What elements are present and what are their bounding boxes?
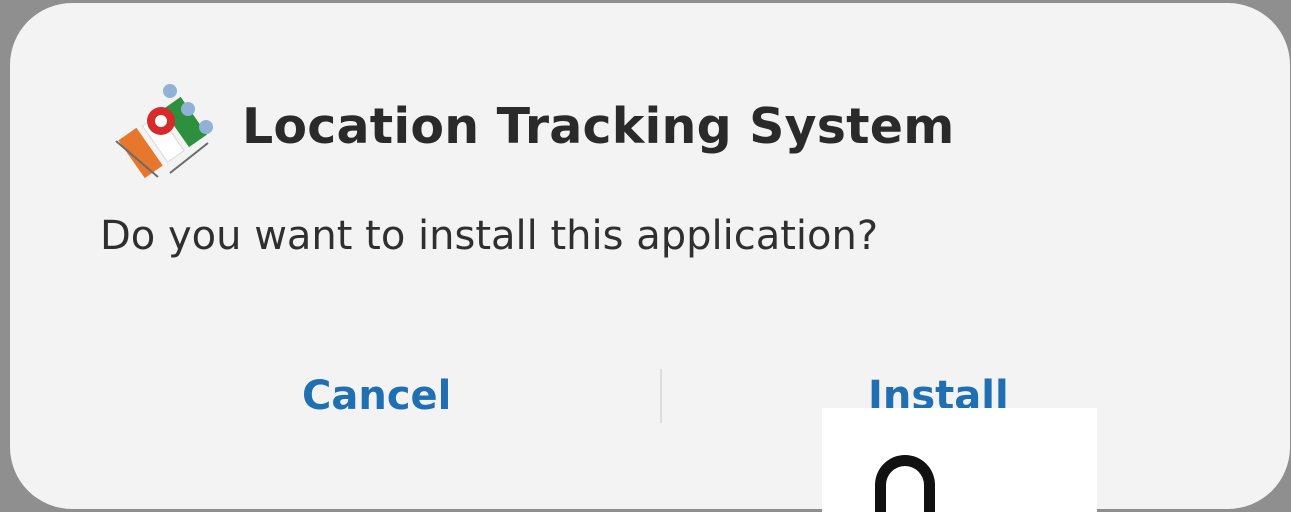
overlay-sticker <box>822 408 1097 512</box>
button-divider <box>660 369 662 423</box>
app-title: Location Tracking System <box>242 98 955 155</box>
app-logo-icon <box>115 84 213 179</box>
overlay-glyph-icon <box>875 455 935 512</box>
install-dialog: Location Tracking System Do you want to … <box>10 3 1290 509</box>
cancel-button[interactable]: Cancel <box>302 373 451 419</box>
screen: Location Tracking System Do you want to … <box>0 0 1291 512</box>
install-prompt: Do you want to install this application? <box>100 213 879 259</box>
